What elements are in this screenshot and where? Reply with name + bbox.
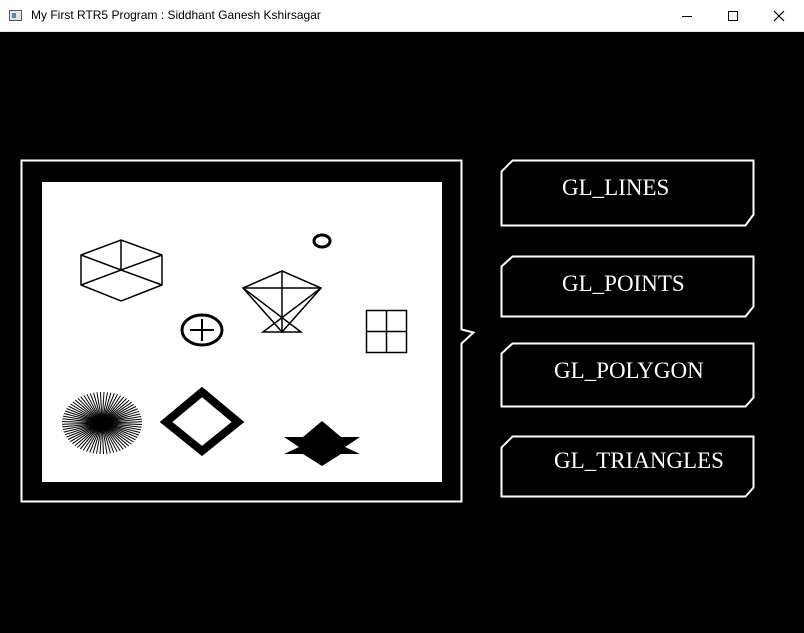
gl-lines-label: GL_LINES <box>562 175 670 200</box>
minimize-icon <box>682 16 692 17</box>
maximize-button[interactable] <box>710 0 756 32</box>
gl-points-label: GL_POINTS <box>562 271 685 296</box>
opengl-canvas[interactable]: GL_LINES GL_POINTS GL_POLYGON GL_TRIANGL… <box>2 32 802 633</box>
gl-polygon-label: GL_POLYGON <box>554 358 704 383</box>
window-title: My First RTR5 Program : Siddhant Ganesh … <box>31 8 321 22</box>
minimize-button[interactable] <box>664 0 710 32</box>
close-button[interactable] <box>756 0 802 32</box>
title-bar[interactable]: My First RTR5 Program : Siddhant Ganesh … <box>0 0 804 32</box>
app-window-icon <box>9 10 22 21</box>
maximize-icon <box>728 11 738 21</box>
gl-triangles-label: GL_TRIANGLES <box>554 448 724 473</box>
close-icon <box>773 10 785 22</box>
scene <box>20 159 755 503</box>
